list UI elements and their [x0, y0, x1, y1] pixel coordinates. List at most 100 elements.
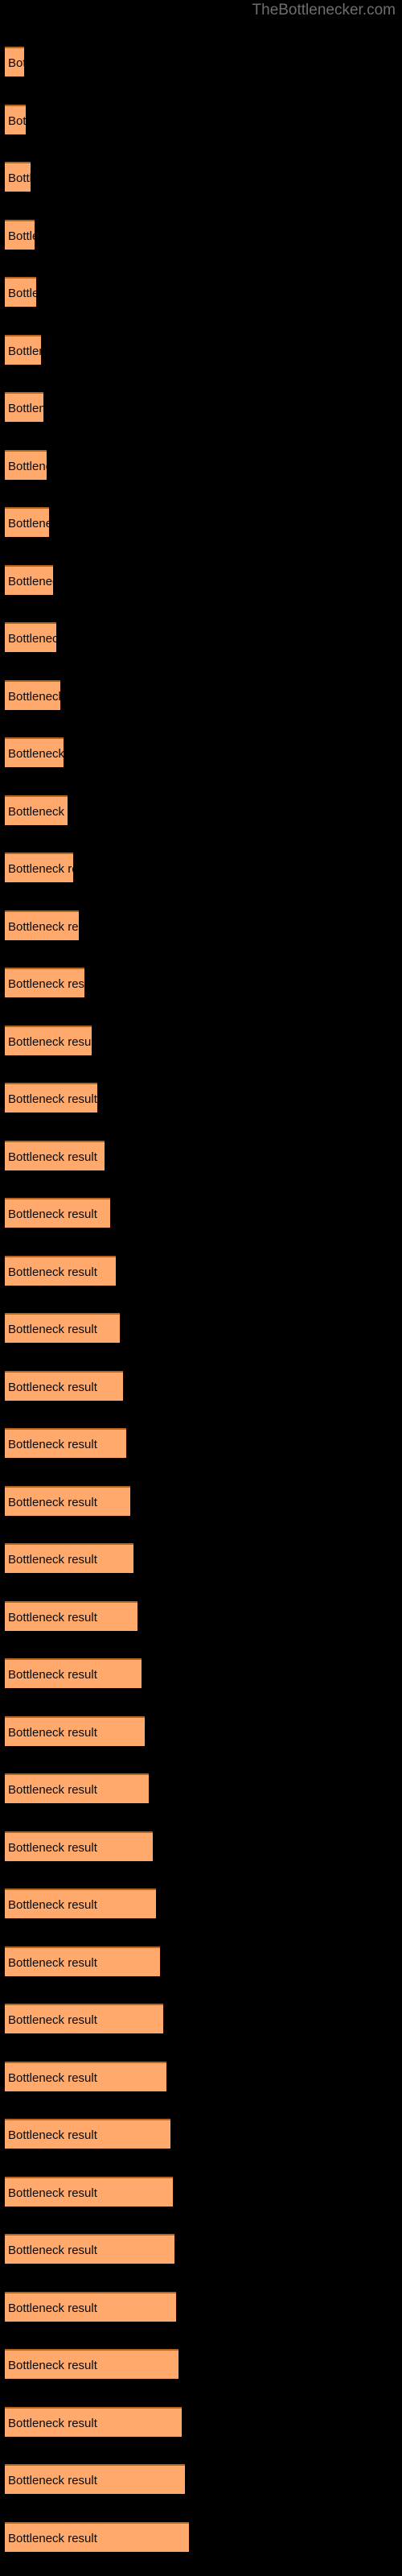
bar[interactable]: Bottleneck result — [5, 910, 79, 940]
bar-row: Bottleneck result — [5, 2004, 163, 2033]
bar[interactable]: Bottleneck result — [5, 1025, 92, 1055]
bar[interactable]: Bottleneck result — [5, 1946, 160, 1976]
bar-row: Bottleneck result — [5, 1831, 153, 1861]
bar-row: Bottleneck result — [5, 2061, 166, 2091]
bar-row: Bottleneck result — [5, 737, 64, 767]
bar[interactable]: Bottleneck result — [5, 1600, 137, 1631]
bar-row: Bottleneck result — [5, 1313, 120, 1343]
bar[interactable]: Bottleneck result — [5, 679, 60, 710]
bar-label: Bottleneck result — [8, 459, 47, 473]
bar-row: Bottleneck result — [5, 219, 35, 250]
bar[interactable]: Bottleneck result — [5, 1889, 156, 1918]
bar[interactable]: Bottleneck result — [5, 2061, 166, 2091]
bar[interactable]: Bottleneck result — [5, 1428, 126, 1458]
bar-label: Bottleneck result — [8, 1208, 97, 1221]
bar[interactable]: Bottleneck result — [5, 795, 68, 825]
bar-row: Bottleneck result — [5, 1946, 160, 1976]
bar[interactable]: Bottleneck result — [5, 1083, 97, 1113]
bar-label: Bottleneck result — [8, 2301, 97, 2315]
bar[interactable]: Bottleneck result — [5, 47, 24, 76]
bar-label: Bottleneck result — [8, 1323, 97, 1336]
bar[interactable]: Bottleneck result — [5, 622, 56, 652]
bar[interactable]: Bottleneck result — [5, 507, 49, 537]
bar[interactable]: Bottleneck result — [5, 277, 36, 307]
bar[interactable]: Bottleneck result — [5, 2119, 170, 2149]
bar-row: Bottleneck result — [5, 47, 24, 76]
bar[interactable]: Bottleneck result — [5, 104, 26, 134]
bar[interactable]: Bottleneck result — [5, 219, 35, 250]
bar[interactable]: Bottleneck result — [5, 334, 41, 365]
bar-label: Bottleneck result — [8, 344, 41, 358]
bar[interactable]: Bottleneck result — [5, 2521, 189, 2552]
bar-row: Bottleneck result — [5, 1658, 142, 1688]
bar-row: Bottleneck result — [5, 1255, 116, 1286]
bar[interactable]: Bottleneck result — [5, 1140, 105, 1170]
bar-row: Bottleneck result — [5, 334, 41, 365]
bar-label: Bottleneck result — [8, 1380, 97, 1394]
bar[interactable]: Bottleneck result — [5, 2349, 178, 2379]
bar-label: Bottleneck result — [8, 862, 73, 876]
bar-row: Bottleneck result — [5, 2406, 182, 2437]
bar-row: Bottleneck result — [5, 2234, 174, 2264]
bar-label: Bottleneck result — [8, 1840, 97, 1855]
bar-label: Bottleneck result — [8, 1150, 97, 1164]
bar-label: Bottleneck result — [8, 1783, 97, 1797]
bar-label: Bottleneck result — [8, 171, 31, 185]
bar-chart-root: TheBottlenecker.com Bottleneck resultBot… — [0, 0, 402, 2576]
bar-row: Bottleneck result — [5, 910, 79, 940]
bar-row: Bottleneck result — [5, 162, 31, 192]
bar[interactable]: Bottleneck result — [5, 737, 64, 767]
bar[interactable]: Bottleneck result — [5, 449, 47, 480]
bar-row: Bottleneck result — [5, 2119, 170, 2149]
bar-label: Bottleneck result — [8, 689, 60, 704]
bar-row: Bottleneck result — [5, 2521, 189, 2552]
plot-area: Bottleneck result Bottleneck result Bottle… — [0, 0, 402, 2576]
bar[interactable]: Bottleneck result — [5, 1255, 116, 1286]
bar-label: Bottleneck result — [8, 229, 35, 243]
bar-label: Bottleneck result — [8, 287, 36, 300]
bar[interactable]: Bottleneck result — [5, 2406, 182, 2437]
bar[interactable]: Bottleneck result — [5, 1485, 130, 1516]
bar-row: Bottleneck result — [5, 2176, 173, 2207]
bar-label: Bottleneck result — [8, 2013, 97, 2027]
bar-row: Bottleneck result — [5, 1025, 92, 1055]
bar-label: Bottleneck result — [8, 1898, 97, 1912]
bar[interactable]: Bottleneck result — [5, 1715, 145, 1746]
bar-row: Bottleneck result — [5, 1600, 137, 1631]
bar[interactable]: Bottleneck result — [5, 1313, 120, 1343]
bar-label: Bottleneck result — [8, 517, 49, 530]
bar-label: Bottleneck result — [8, 977, 84, 991]
bar-row: Bottleneck result — [5, 1083, 97, 1113]
bar-label: Bottleneck result — [8, 632, 56, 646]
bar[interactable]: Bottleneck result — [5, 1773, 149, 1803]
bar-label: Bottleneck result — [8, 804, 68, 819]
bar-label: Bottleneck result — [8, 402, 43, 415]
bar-label: Bottleneck result — [8, 1610, 97, 1624]
bar[interactable]: Bottleneck result — [5, 1831, 153, 1861]
bar[interactable]: Bottleneck result — [5, 2464, 185, 2494]
bar[interactable]: Bottleneck result — [5, 1658, 142, 1688]
bar-label: Bottleneck result — [8, 1034, 92, 1049]
bar[interactable]: Bottleneck result — [5, 1198, 110, 1228]
bar[interactable]: Bottleneck result — [5, 2291, 176, 2322]
bar[interactable]: Bottleneck result — [5, 2234, 174, 2264]
bar[interactable]: Bottleneck result — [5, 1370, 123, 1401]
bar-label: Bottleneck result — [8, 2531, 97, 2545]
bar-row: Bottleneck result — [5, 1543, 133, 1573]
bar-label: Bottleneck result — [8, 2186, 97, 2200]
bar-label: Bottleneck result — [8, 919, 79, 934]
bar[interactable]: Bottleneck result — [5, 564, 53, 595]
bar[interactable]: Bottleneck result — [5, 392, 43, 422]
bar[interactable]: Bottleneck result — [5, 2176, 173, 2207]
bar[interactable]: Bottleneck result — [5, 162, 31, 192]
bar-row: Bottleneck result — [5, 679, 60, 710]
bar[interactable]: Bottleneck result — [5, 2004, 163, 2033]
bar-row: Bottleneck result — [5, 392, 43, 422]
bar-label: Bottleneck result — [8, 2070, 97, 2085]
bar-label: Bottleneck result — [8, 2474, 97, 2487]
bar[interactable]: Bottleneck result — [5, 968, 84, 997]
bar-row: Bottleneck result — [5, 1370, 123, 1401]
bar-label: Bottleneck result — [8, 1725, 97, 1740]
bar[interactable]: Bottleneck result — [5, 852, 73, 882]
bar[interactable]: Bottleneck result — [5, 1543, 133, 1573]
